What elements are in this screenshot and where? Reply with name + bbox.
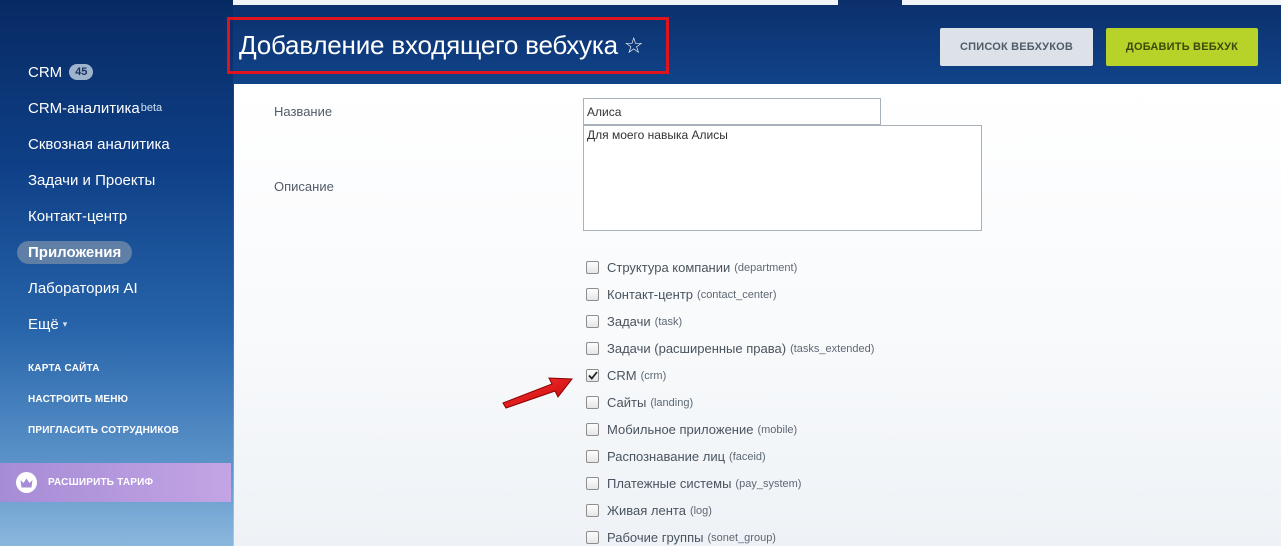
beta-label: beta	[140, 102, 163, 114]
permission-item[interactable]: Живая лента (log)	[586, 497, 1086, 524]
permission-name: Структура компании	[607, 260, 731, 275]
permission-code: (contact_center)	[697, 288, 777, 301]
sidebar-item-label: Сквозная аналитика	[28, 135, 170, 153]
permission-checkbox[interactable]	[586, 531, 599, 544]
permission-code: (sonet_group)	[707, 531, 776, 544]
upgrade-plan-button[interactable]: РАСШИРИТЬ ТАРИФ	[0, 463, 231, 502]
description-textarea[interactable]: Для моего навыка Алисы	[583, 125, 982, 231]
upgrade-plan-label: РАСШИРИТЬ ТАРИФ	[48, 477, 154, 488]
permission-code: (landing)	[650, 396, 694, 409]
sidebar-item-label: Приложения	[17, 240, 133, 264]
permission-code: (department)	[734, 261, 798, 274]
permission-item[interactable]: Задачи (расширенные права) (tasks_extende…	[586, 335, 1086, 362]
permission-item[interactable]: Структура компании (department)	[586, 254, 1086, 281]
permission-code: (crm)	[640, 369, 667, 382]
sidebar-item-label: Лаборатория AI	[28, 279, 138, 297]
sidebar-item-label: CRM	[28, 63, 63, 81]
invite-employees-link[interactable]: ПРИГЛАСИТЬ СОТРУДНИКОВ	[28, 425, 228, 436]
permission-checkbox[interactable]	[586, 450, 599, 463]
permission-item[interactable]: Платежные системы (pay_system)	[586, 470, 1086, 497]
permission-checkbox[interactable]	[586, 261, 599, 274]
permission-checkbox[interactable]	[586, 288, 599, 301]
permission-code: (task)	[654, 315, 683, 328]
permission-code: (faceid)	[729, 450, 766, 463]
sidebar-item-end-to-end-analytics[interactable]: Сквозная аналитика	[17, 126, 233, 162]
permission-checkbox[interactable]	[586, 342, 599, 355]
counter-badge: 45	[69, 64, 94, 80]
permission-code: (mobile)	[757, 423, 798, 436]
page-title: Добавление входящего вебхука	[239, 30, 618, 60]
sidebar-item-label: CRM-аналитика	[28, 99, 140, 117]
permission-name: Контакт-центр	[607, 287, 694, 302]
configure-menu-link[interactable]: НАСТРОИТЬ МЕНЮ	[28, 394, 228, 405]
permission-checkbox[interactable]	[586, 477, 599, 490]
permission-code: (tasks_extended)	[790, 342, 875, 355]
permission-checkbox[interactable]	[586, 315, 599, 328]
chevron-down-icon: ▾	[62, 318, 68, 329]
permission-item[interactable]: CRM (crm)	[586, 362, 1086, 389]
permission-item[interactable]: Рабочие группы (sonet_group)	[586, 524, 1086, 546]
webhook-form-panel: Название Описание Для моего навыка Алисы…	[234, 84, 1281, 546]
top-strip-left	[233, 0, 838, 5]
permission-checkbox[interactable]	[586, 396, 599, 409]
sidebar-item-crm-analytics[interactable]: CRM-аналитика beta	[17, 90, 233, 126]
permission-name: Рабочие группы	[607, 530, 704, 545]
sidebar-menu: CRM 45 CRM-аналитика beta Сквозная анали…	[17, 54, 233, 342]
sidebar-item-ai-lab[interactable]: Лаборатория AI	[17, 270, 233, 306]
permission-name: Сайты	[607, 395, 647, 410]
sidebar-item-tasks-projects[interactable]: Задачи и Проекты	[17, 162, 233, 198]
permission-item[interactable]: Сайты (landing)	[586, 389, 1086, 416]
sidebar-item-crm[interactable]: CRM 45	[17, 54, 233, 90]
permission-name: Задачи	[607, 314, 651, 329]
crown-icon	[16, 472, 37, 493]
page-title-highlight: Добавление входящего вебхука ☆	[227, 17, 669, 74]
annotation-arrow-icon	[502, 377, 573, 409]
permission-item[interactable]: Мобильное приложение (mobile)	[586, 416, 1086, 443]
star-icon[interactable]: ☆	[624, 33, 644, 59]
description-label: Описание	[274, 179, 334, 194]
sidebar-item-contact-center[interactable]: Контакт-центр	[17, 198, 233, 234]
permission-item[interactable]: Контакт-центр (contact_center)	[586, 281, 1086, 308]
permission-name: Распознавание лиц	[607, 449, 726, 464]
permission-item[interactable]: Распознавание лиц (faceid)	[586, 443, 1086, 470]
sidebar-item-more[interactable]: Ещё ▾	[17, 306, 233, 342]
permission-name: CRM	[607, 368, 637, 383]
left-sidebar: CRM 45 CRM-аналитика beta Сквозная анали…	[0, 0, 233, 546]
name-label: Название	[274, 104, 333, 119]
add-webhook-button[interactable]: ДОБАВИТЬ ВЕБХУК	[1106, 28, 1258, 66]
permission-code: (log)	[689, 504, 712, 517]
sidebar-item-label: Ещё	[28, 315, 59, 333]
permission-checkbox[interactable]	[586, 423, 599, 436]
permission-item[interactable]: Задачи (task)	[586, 308, 1086, 335]
permission-name: Задачи (расширенные права)	[607, 341, 787, 356]
permission-checkbox[interactable]	[586, 369, 599, 382]
sidebar-item-applications[interactable]: Приложения	[17, 234, 233, 270]
top-strip-right	[902, 0, 1281, 5]
sidebar-item-label: Задачи и Проекты	[28, 171, 156, 189]
permission-name: Платежные системы	[607, 476, 732, 491]
permission-code: (pay_system)	[735, 477, 802, 490]
permission-checkbox[interactable]	[586, 504, 599, 517]
sidebar-item-label: Контакт-центр	[28, 207, 128, 225]
name-input[interactable]	[583, 98, 881, 125]
permissions-list: Структура компании (department) Контакт-це…	[586, 254, 1086, 546]
checkmark-icon	[587, 371, 598, 380]
webhook-list-button[interactable]: СПИСОК ВЕБХУКОВ	[940, 28, 1093, 66]
permission-name: Мобильное приложение	[607, 422, 754, 437]
permission-name: Живая лента	[607, 503, 686, 518]
sitemap-link[interactable]: КАРТА САЙТА	[28, 363, 228, 374]
